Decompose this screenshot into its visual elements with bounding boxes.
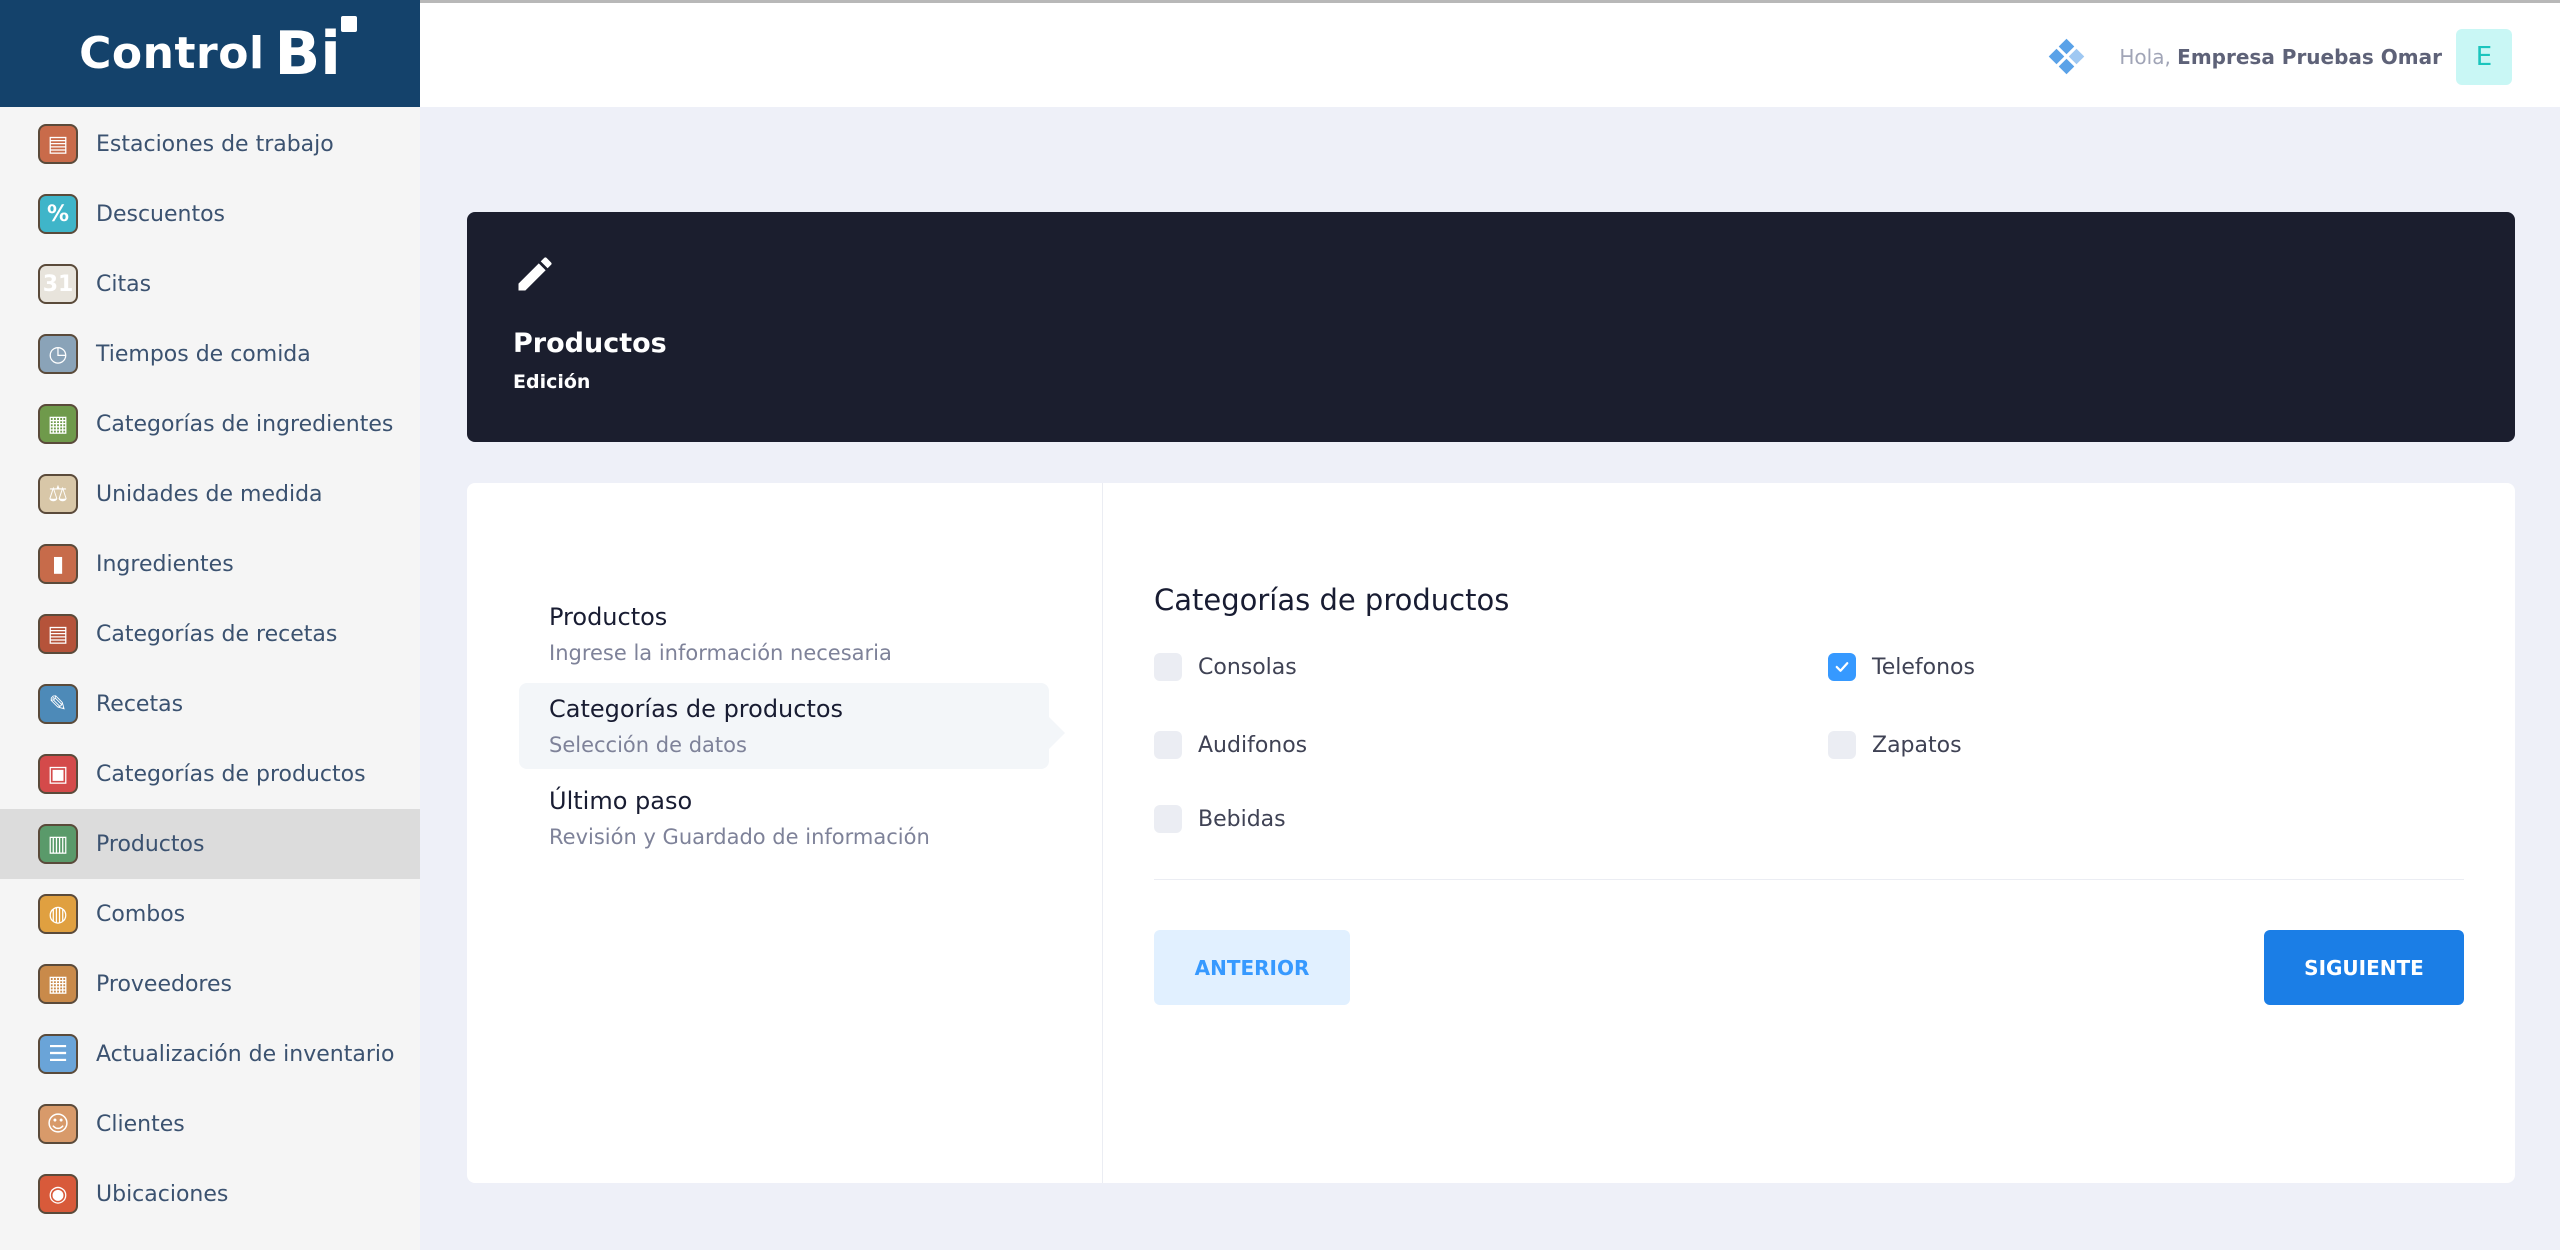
category-option[interactable]: Audifonos bbox=[1154, 731, 1307, 759]
sidebar-item-label: Actualización de inventario bbox=[96, 1041, 395, 1067]
sidebar-item-label: Ingredientes bbox=[96, 551, 234, 577]
page-subtitle: Edición bbox=[513, 371, 591, 393]
next-button[interactable]: SIGUIENTE bbox=[2264, 930, 2464, 1005]
checkbox[interactable] bbox=[1154, 805, 1182, 833]
recipe-icon: ✎ bbox=[38, 684, 78, 724]
step-title: Categorías de productos bbox=[549, 695, 844, 723]
sidebar-item-label: Tiempos de comida bbox=[96, 341, 311, 367]
sidebar-item-label: Combos bbox=[96, 901, 186, 927]
pencil-icon bbox=[518, 257, 552, 291]
sidebar-nav: ▤ Estaciones de trabajo% Descuentos 31 Citas… bbox=[0, 107, 420, 1229]
sidebar-item-8[interactable]: ✎ Recetas bbox=[0, 669, 420, 739]
sidebar-item-11[interactable]: ◍ Combos bbox=[0, 879, 420, 949]
product-category-icon: ▣ bbox=[38, 754, 78, 794]
step-description: Selección de datos bbox=[549, 733, 747, 757]
sidebar-item-label: Productos bbox=[96, 831, 205, 857]
category-checkboxes: Consolas Telefonos Audifonos Zapatos Bebidas bbox=[1154, 649, 2464, 879]
step-description: Revisión y Guardado de información bbox=[549, 825, 930, 849]
checkbox[interactable] bbox=[1154, 731, 1182, 759]
sidebar-item-14[interactable]: ☺ Clientes bbox=[0, 1089, 420, 1159]
sidebar-item-0[interactable]: ▤ Estaciones de trabajo bbox=[0, 109, 420, 179]
category-option[interactable]: Telefonos bbox=[1828, 653, 1975, 681]
recipe-category-icon: ▤ bbox=[38, 614, 78, 654]
category-option[interactable]: Zapatos bbox=[1828, 731, 1962, 759]
category-form: Categorías de productos Consolas Telefono… bbox=[1103, 483, 2515, 1183]
location-icon: ◉ bbox=[38, 1174, 78, 1214]
sidebar-item-5[interactable]: ⚖ Unidades de medida bbox=[0, 459, 420, 529]
sidebar-item-9[interactable]: ▣ Categorías de productos bbox=[0, 739, 420, 809]
page-title: Productos bbox=[513, 328, 667, 359]
sidebar-item-label: Clientes bbox=[96, 1111, 185, 1137]
sidebar: Control Bi ▤ Estaciones de trabajo% Descue… bbox=[0, 0, 420, 1250]
brand-bi: Bi bbox=[275, 15, 357, 84]
wizard-steps: Productos Ingrese la información necesari… bbox=[467, 483, 1103, 1183]
category-option[interactable]: Bebidas bbox=[1154, 805, 1286, 833]
sidebar-item-label: Proveedores bbox=[96, 971, 232, 997]
wizard-step-3[interactable]: Último paso Revisión y Guardado de inform… bbox=[519, 775, 1049, 861]
sidebar-item-label: Categorías de productos bbox=[96, 761, 366, 787]
previous-button[interactable]: ANTERIOR bbox=[1154, 930, 1350, 1005]
user-greeting: Hola, Empresa Pruebas Omar bbox=[2119, 45, 2442, 69]
combo-icon: ◍ bbox=[38, 894, 78, 934]
sidebar-item-label: Categorías de ingredientes bbox=[96, 411, 394, 437]
apps-icon[interactable] bbox=[2049, 38, 2085, 75]
products-icon: ▥ bbox=[38, 824, 78, 864]
checkbox-label: Telefonos bbox=[1872, 654, 1975, 680]
divider bbox=[1154, 879, 2464, 880]
step-description: Ingrese la información necesaria bbox=[549, 641, 892, 665]
inventory-icon: ☰ bbox=[38, 1034, 78, 1074]
sidebar-item-1[interactable]: % Descuentos bbox=[0, 179, 420, 249]
sidebar-item-label: Ubicaciones bbox=[96, 1181, 229, 1207]
step-title: Productos bbox=[549, 603, 668, 631]
sidebar-item-label: Categorías de recetas bbox=[96, 621, 338, 647]
workstation-icon: ▤ bbox=[38, 124, 78, 164]
sidebar-item-label: Recetas bbox=[96, 691, 184, 717]
measure-icon: ⚖ bbox=[38, 474, 78, 514]
sidebar-item-label: Estaciones de trabajo bbox=[96, 131, 334, 157]
checkbox-label: Bebidas bbox=[1198, 806, 1286, 832]
sidebar-item-15[interactable]: ◉ Ubicaciones bbox=[0, 1159, 420, 1229]
brand-logo[interactable]: Control Bi bbox=[0, 0, 420, 107]
wizard-step-1[interactable]: Productos Ingrese la información necesari… bbox=[519, 591, 1049, 677]
checkbox-label: Audifonos bbox=[1198, 732, 1308, 758]
wizard-step-2[interactable]: Categorías de productos Selección de dato… bbox=[519, 683, 1065, 769]
sidebar-item-label: Citas bbox=[96, 271, 152, 297]
sidebar-item-7[interactable]: ▤ Categorías de recetas bbox=[0, 599, 420, 669]
sidebar-item-4[interactable]: ▦ Categorías de ingredientes bbox=[0, 389, 420, 459]
category-option[interactable]: Consolas bbox=[1154, 653, 1297, 681]
checkbox[interactable] bbox=[1828, 731, 1856, 759]
avatar[interactable]: E bbox=[2456, 29, 2512, 85]
sidebar-item-6[interactable]: ▮ Ingredientes bbox=[0, 529, 420, 599]
step-title: Último paso bbox=[549, 787, 693, 815]
clients-icon: ☺ bbox=[38, 1104, 78, 1144]
calendar-icon: 31 bbox=[38, 264, 78, 304]
meal-time-icon: ◷ bbox=[38, 334, 78, 374]
checkbox-label: Zapatos bbox=[1872, 732, 1962, 758]
sidebar-item-10[interactable]: ▥ Productos bbox=[0, 809, 420, 879]
sidebar-item-label: Descuentos bbox=[96, 201, 226, 227]
checkbox-label: Consolas bbox=[1198, 654, 1297, 680]
brand-word: Control bbox=[79, 28, 265, 79]
check-icon bbox=[1835, 662, 1849, 672]
ingredients-icon: ▮ bbox=[38, 544, 78, 584]
top-header: Hola, Empresa Pruebas Omar E bbox=[420, 0, 2560, 107]
checkbox[interactable] bbox=[1154, 653, 1182, 681]
form-title: Categorías de productos bbox=[1154, 583, 1510, 617]
sidebar-item-3[interactable]: ◷ Tiempos de comida bbox=[0, 319, 420, 389]
sidebar-item-2[interactable]: 31 Citas bbox=[0, 249, 420, 319]
sidebar-item-13[interactable]: ☰ Actualización de inventario bbox=[0, 1019, 420, 1089]
sidebar-item-12[interactable]: ▦ Proveedores bbox=[0, 949, 420, 1019]
page-banner: Productos Edición bbox=[467, 212, 2515, 442]
supplier-icon: ▦ bbox=[38, 964, 78, 1004]
checkbox[interactable] bbox=[1828, 653, 1856, 681]
wizard-card: Productos Ingrese la información necesari… bbox=[467, 483, 2515, 1183]
ingredient-category-icon: ▦ bbox=[38, 404, 78, 444]
sidebar-item-label: Unidades de medida bbox=[96, 481, 323, 507]
discount-icon: % bbox=[38, 194, 78, 234]
